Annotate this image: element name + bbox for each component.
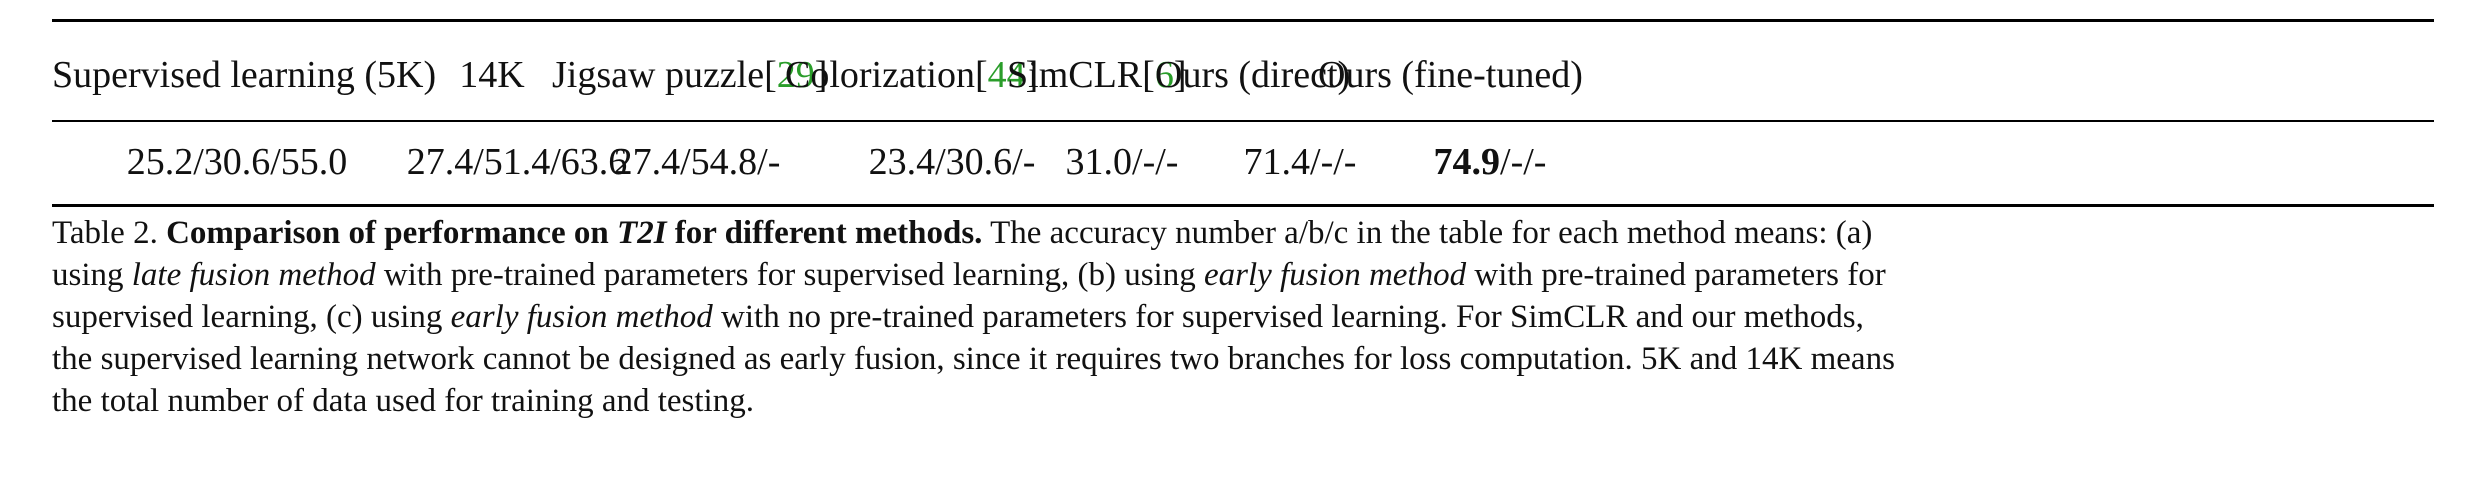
cell-colorization: 23.4/30.6/- [868, 141, 1036, 183]
cell-jigsaw: 27.4/54.8/- [613, 141, 781, 183]
caption-line-4: the supervised learning network cannot b… [52, 341, 1895, 377]
table-bottom-rule [52, 204, 2434, 207]
caption-line-5: the total number of data used for traini… [52, 383, 754, 419]
table-caption: Table 2. Comparison of performance on T2… [52, 212, 2442, 422]
table-top-rule [52, 19, 2434, 22]
caption-line-1: Table 2. Comparison of performance on T2… [52, 215, 1873, 251]
caption-line-3: supervised learning, (c) using early fus… [52, 299, 1864, 335]
cell-supervised-5k: 25.2/30.6/55.0 [126, 141, 348, 183]
header-ours-finetuned: Ours (fine-tuned) [1318, 54, 1583, 96]
cell-ours-finetuned: 74.9/-/- [1433, 141, 1547, 183]
cell-ours-direct: 71.4/-/- [1243, 141, 1357, 183]
caption-line-2: using late fusion method with pre-traine… [52, 257, 1886, 293]
header-colorization: Colorization[44] [785, 54, 1039, 96]
table-row: 25.2/30.6/55.0 27.4/51.4/63.6 27.4/54.8/… [52, 122, 2434, 202]
table-header-row: Supervised learning (5K) 14K Jigsaw puzz… [52, 35, 2434, 115]
header-supervised-5k: Supervised learning (5K) [52, 54, 437, 96]
cell-simclr: 31.0/-/- [1065, 141, 1179, 183]
